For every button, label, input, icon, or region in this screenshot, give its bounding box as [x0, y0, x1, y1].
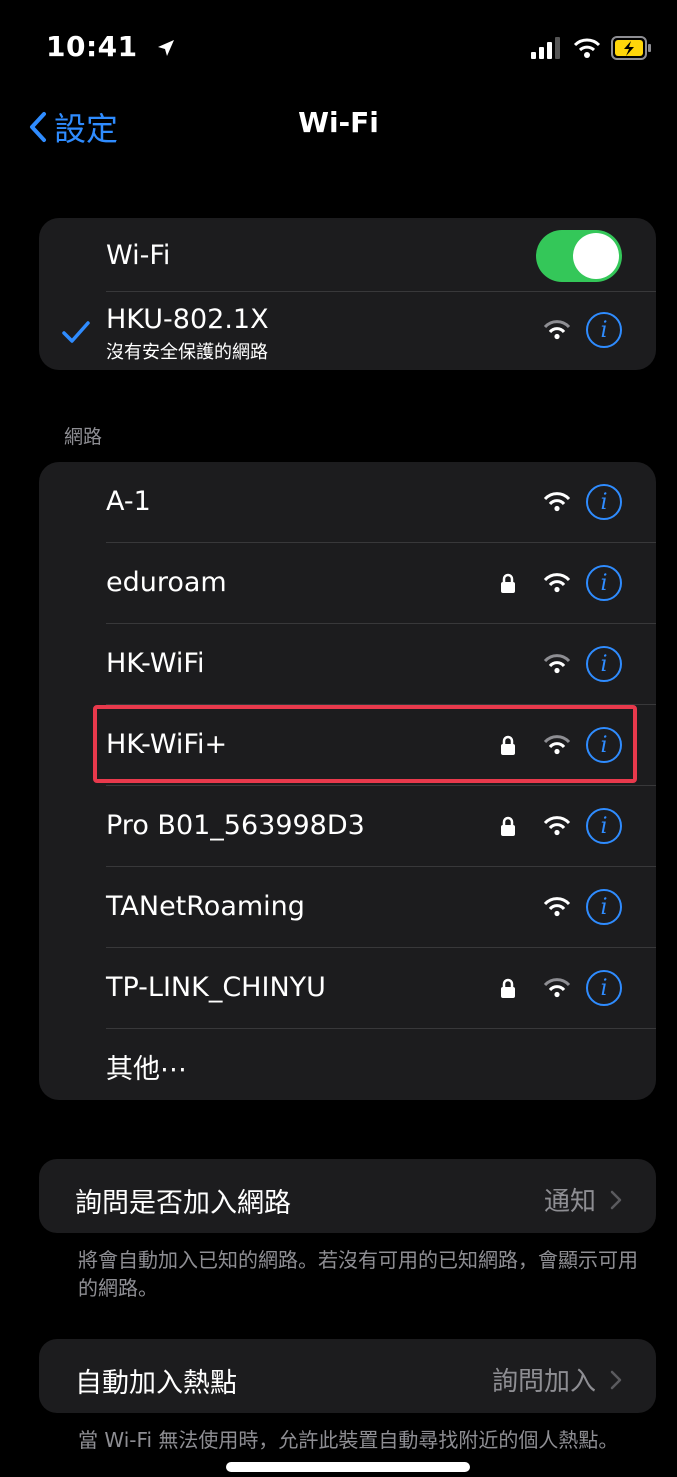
- network-row-eduroam[interactable]: eduroam i: [39, 543, 656, 623]
- network-name: eduroam: [106, 567, 227, 598]
- chevron-right-icon: [610, 1370, 622, 1389]
- network-row-pro-b01[interactable]: Pro B01_563998D3 i: [39, 786, 656, 866]
- wifi-icon: [544, 978, 570, 998]
- lock-icon: [501, 573, 515, 593]
- lock-icon: [501, 816, 515, 836]
- battery-charging-icon: [611, 36, 651, 60]
- wifi-icon: [544, 897, 570, 917]
- other-network-label: 其他⋯: [106, 1054, 187, 1085]
- cellular-signal-icon: [531, 37, 560, 59]
- lock-icon: [501, 978, 515, 998]
- wifi-icon: [544, 320, 570, 340]
- wifi-status-icon: [573, 38, 601, 58]
- page-title: Wi-Fi: [298, 106, 379, 139]
- networks-section-header: 網路: [64, 426, 103, 448]
- toggle-knob: [573, 233, 619, 279]
- highlight-box: [93, 705, 637, 783]
- wifi-icon: [544, 654, 570, 674]
- other-network-row[interactable]: 其他⋯: [39, 1029, 656, 1100]
- info-icon[interactable]: i: [586, 889, 622, 925]
- info-icon[interactable]: i: [586, 565, 622, 601]
- info-icon[interactable]: i: [586, 808, 622, 844]
- home-indicator[interactable]: [226, 1462, 470, 1472]
- network-row-tanetroaming[interactable]: TANetRoaming i: [39, 867, 656, 947]
- ask-join-row[interactable]: 詢問是否加入網路 通知: [39, 1159, 656, 1233]
- connected-network-subtitle: 沒有安全保護的網路: [106, 342, 268, 363]
- info-icon[interactable]: i: [586, 970, 622, 1006]
- status-time: 10:41: [46, 30, 176, 63]
- wifi-toggle-switch[interactable]: [536, 230, 622, 282]
- connected-network-row[interactable]: HKU-802.1X 沒有安全保護的網路 i: [39, 292, 656, 370]
- connected-network-name: HKU-802.1X: [106, 304, 269, 335]
- wifi-toggle-row: Wi-Fi: [39, 218, 656, 292]
- location-arrow-icon: [157, 40, 174, 56]
- network-row-a-1[interactable]: A-1 i: [39, 462, 656, 542]
- checkmark-icon: [62, 321, 90, 343]
- network-name: A-1: [106, 486, 151, 517]
- auto-hotspot-row[interactable]: 自動加入熱點 詢問加入: [39, 1339, 656, 1413]
- network-name: TANetRoaming: [106, 891, 305, 922]
- status-indicators: [531, 36, 653, 60]
- status-time-text: 10:41: [46, 30, 138, 63]
- info-icon[interactable]: i: [586, 484, 622, 520]
- network-name: Pro B01_563998D3: [106, 810, 365, 841]
- ask-join-value: 通知: [543, 1187, 596, 1217]
- wifi-icon: [544, 816, 570, 836]
- auto-hotspot-label: 自動加入熱點: [75, 1368, 237, 1399]
- auto-hotspot-value: 詢問加入: [491, 1367, 596, 1397]
- chevron-right-icon: [610, 1190, 622, 1209]
- info-icon[interactable]: i: [586, 312, 622, 348]
- wifi-toggle-label: Wi-Fi: [106, 240, 171, 271]
- network-row-hk-wifi[interactable]: HK-WiFi i: [39, 624, 656, 704]
- info-icon[interactable]: i: [586, 646, 622, 682]
- network-name: TP-LINK_CHINYU: [106, 972, 326, 1003]
- ask-join-footer: 將會自動加入已知的網路。若沒有可用的已知網路，會顯示可用的網路。: [78, 1248, 638, 1300]
- network-name: HK-WiFi: [106, 648, 205, 679]
- wifi-group: Wi-Fi HKU-802.1X 沒有安全保護的網路 i: [39, 218, 656, 370]
- ask-join-label: 詢問是否加入網路: [75, 1188, 291, 1219]
- network-row-tp-link[interactable]: TP-LINK_CHINYU i: [39, 948, 656, 1028]
- auto-hotspot-footer: 當 Wi-Fi 無法使用時，允許此裝置自動尋找附近的個人熱點。: [78, 1428, 619, 1452]
- wifi-icon: [544, 573, 570, 593]
- wifi-icon: [544, 492, 570, 512]
